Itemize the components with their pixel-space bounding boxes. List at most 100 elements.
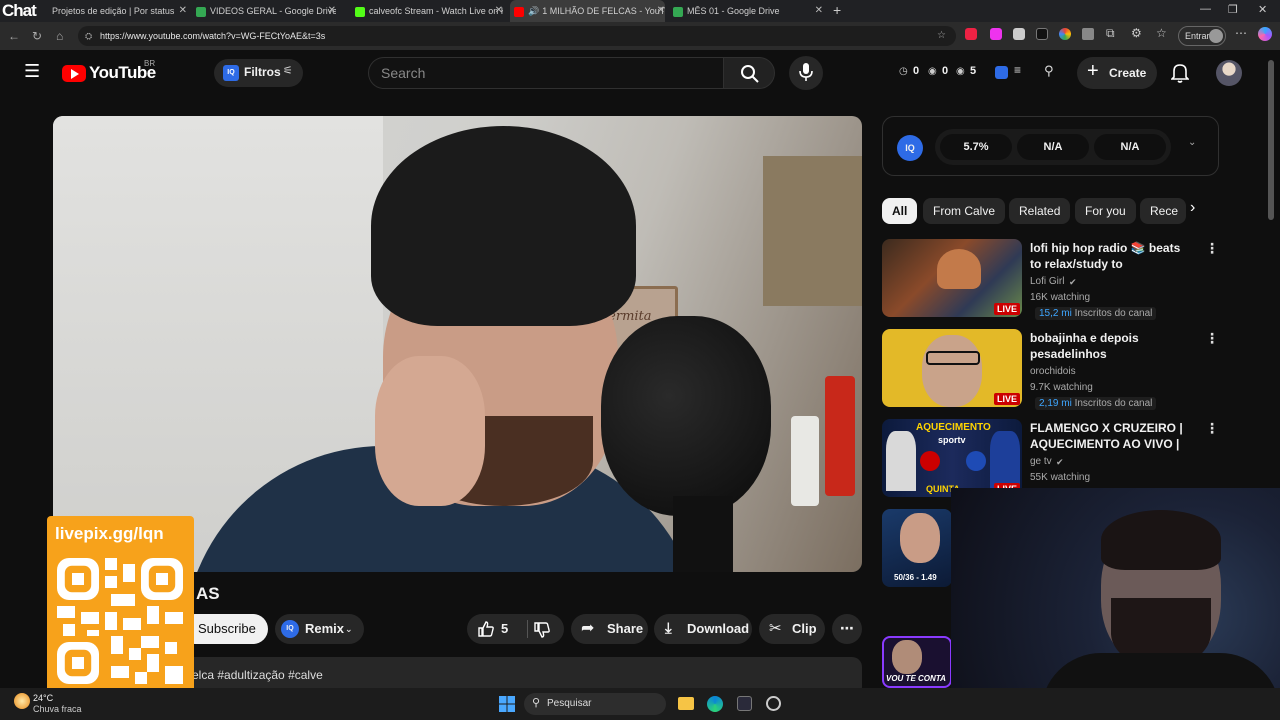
microphone-prop bbox=[601, 316, 771, 516]
avatar[interactable] bbox=[1216, 60, 1242, 86]
extension-tool-icon[interactable]: ⚲ bbox=[1044, 63, 1054, 79]
more-actions-button[interactable]: ⋯ bbox=[832, 614, 862, 644]
favorite-star-icon[interactable]: ☆ bbox=[937, 26, 946, 46]
browser-tab[interactable]: MÊS 01 - Google Drive ✕ bbox=[673, 0, 823, 22]
notifications-bell-icon[interactable] bbox=[1171, 63, 1189, 83]
menu-icon[interactable]: ☰ bbox=[24, 61, 40, 82]
weather-icon[interactable] bbox=[14, 693, 30, 709]
browser-tab[interactable]: calveofc Stream - Watch Live on K ✕ bbox=[355, 0, 503, 22]
extension-icon[interactable] bbox=[1059, 28, 1071, 40]
restore-icon[interactable]: ❐ bbox=[1228, 3, 1238, 16]
extension-icon[interactable] bbox=[990, 28, 1002, 40]
chip-for-you[interactable]: For you bbox=[1075, 198, 1136, 224]
minimize-icon[interactable]: — bbox=[1200, 3, 1211, 15]
remix-button[interactable]: IQ Remix ⌄ bbox=[275, 614, 364, 644]
extensions-puzzle-icon[interactable]: ⧉ bbox=[1106, 26, 1115, 41]
extension-icon[interactable] bbox=[1036, 28, 1048, 40]
search-input[interactable]: Search bbox=[368, 57, 724, 89]
chip-from-calve[interactable]: From Calve bbox=[923, 198, 1006, 224]
windows-start-icon[interactable] bbox=[499, 696, 515, 712]
chip-all[interactable]: All bbox=[882, 198, 918, 224]
close-icon[interactable]: ✕ bbox=[657, 0, 665, 22]
browser-tab[interactable]: Projetos de edição | Por status ✕ bbox=[52, 0, 187, 22]
video-thumbnail[interactable]: VOU TE CONTA bbox=[882, 636, 952, 688]
close-icon[interactable]: ✕ bbox=[328, 0, 336, 22]
thumbnail-caption: AQUECIMENTO bbox=[916, 422, 991, 433]
taskbar-search[interactable]: ⚲ Pesquisar bbox=[524, 693, 666, 715]
search-button[interactable] bbox=[723, 57, 775, 89]
stat-value: 0 bbox=[942, 65, 949, 77]
profile-button[interactable]: Entrar bbox=[1178, 26, 1226, 46]
video-thumbnail[interactable]: 50/36 - 1.49 bbox=[882, 509, 952, 587]
obs-icon[interactable] bbox=[766, 696, 781, 711]
close-window-icon[interactable]: ✕ bbox=[1258, 3, 1267, 16]
chip-related[interactable]: Related bbox=[1009, 198, 1071, 224]
more-menu-icon[interactable]: ⋯ bbox=[1235, 26, 1247, 40]
eye-icon: ◉ bbox=[956, 66, 965, 77]
extension-icon[interactable] bbox=[1013, 28, 1025, 40]
reload-icon[interactable]: ↻ bbox=[32, 29, 42, 43]
close-icon[interactable]: ✕ bbox=[815, 0, 823, 22]
more-vertical-icon[interactable]: ⋮ bbox=[1205, 330, 1219, 347]
chip-label: From Calve bbox=[933, 204, 996, 218]
video-thumbnail[interactable]: LIVE bbox=[882, 329, 1022, 407]
viewer-count: 9.7K watching bbox=[1030, 382, 1093, 393]
close-icon[interactable]: ✕ bbox=[179, 0, 187, 22]
more-vertical-icon[interactable]: ⋮ bbox=[1205, 240, 1219, 257]
chip-recent[interactable]: Rece bbox=[1140, 198, 1186, 224]
voice-search-button[interactable] bbox=[789, 56, 823, 90]
more-vertical-icon[interactable]: ⋮ bbox=[1205, 420, 1219, 437]
filters-button[interactable]: IQ Filtros ⚟ bbox=[214, 59, 303, 87]
share-arrow-icon: ➦ bbox=[581, 620, 595, 637]
clip-button[interactable]: ✂ Clip bbox=[759, 614, 825, 644]
browser-tab-strip: Chat Projetos de edição | Por status ✕ VI… bbox=[0, 0, 1280, 22]
recommendation-title[interactable]: bobajinha e depois pesadelinhos bbox=[1030, 330, 1190, 362]
channel-name[interactable]: orochidois bbox=[1030, 366, 1076, 377]
new-tab-icon[interactable]: + bbox=[833, 2, 841, 18]
more-horizontal-icon: ⋯ bbox=[840, 620, 854, 636]
browser-tab-active[interactable]: 🔊 1 MILHÃO DE FELCAS - YouT ✕ bbox=[510, 0, 665, 22]
back-icon[interactable]: ← bbox=[8, 29, 20, 43]
channel-name[interactable]: ge tv bbox=[1030, 456, 1052, 467]
iq-icon: IQ bbox=[281, 620, 299, 638]
channel-name[interactable]: Lofi Girl bbox=[1030, 276, 1064, 287]
youtube-masthead: ☰ YouTube BR IQ Filtros ⚟ Search ◷ 0 ◉ 0… bbox=[0, 50, 1266, 96]
recommendation-title[interactable]: lofi hip hop radio 📚 beats to relax/stud… bbox=[1030, 240, 1190, 272]
chip-label: Rece bbox=[1150, 204, 1179, 218]
youtube-icon bbox=[514, 6, 524, 17]
speaker-icon[interactable]: 🔊 bbox=[528, 6, 539, 16]
subscriber-label: Inscritos do canal bbox=[1074, 398, 1153, 409]
list-icon[interactable]: ≡ bbox=[1014, 63, 1021, 77]
page-scrollbar[interactable] bbox=[1268, 60, 1274, 220]
close-icon[interactable]: ✕ bbox=[495, 0, 503, 22]
video-thumbnail[interactable]: LIVE bbox=[882, 239, 1022, 317]
download-button[interactable]: ⤓ Download bbox=[654, 614, 752, 644]
share-button[interactable]: ➦ Share bbox=[571, 614, 648, 644]
browser-tab[interactable]: VIDEOS GERAL - Google Drive ✕ bbox=[196, 0, 336, 22]
tab-actions-icon[interactable]: ⚙ bbox=[1131, 26, 1142, 40]
thumbnail-caption: 50/36 - 1.49 bbox=[894, 573, 937, 582]
video-title: AS bbox=[196, 584, 220, 603]
extension-icon[interactable] bbox=[1082, 28, 1094, 40]
create-button[interactable]: + Create bbox=[1077, 57, 1157, 89]
site-info-icon[interactable]: ⛭ bbox=[85, 26, 92, 46]
iq-icon[interactable] bbox=[995, 66, 1008, 79]
favorites-icon[interactable]: ☆ bbox=[1156, 26, 1167, 40]
app-icon[interactable] bbox=[737, 696, 752, 711]
home-icon[interactable]: ⌂ bbox=[56, 29, 63, 43]
chevron-down-icon[interactable]: ⌄ bbox=[1188, 137, 1196, 148]
thumbs-up-icon[interactable] bbox=[477, 620, 495, 638]
copilot-icon[interactable] bbox=[1258, 27, 1272, 41]
recommendation-title[interactable]: FLAMENGO X CRUZEIRO | AQUECIMENTO AO VIV… bbox=[1030, 420, 1190, 452]
chevron-down-icon: ⌄ bbox=[345, 624, 353, 634]
edge-browser-icon[interactable] bbox=[707, 696, 723, 712]
file-explorer-icon[interactable] bbox=[678, 697, 694, 710]
kick-icon bbox=[355, 6, 365, 17]
metric-value: N/A bbox=[1017, 134, 1089, 160]
extension-icon[interactable] bbox=[965, 28, 977, 40]
url-field[interactable]: ⛭ https://www.youtube.com/watch?v=WG-FEC… bbox=[78, 26, 956, 46]
video-thumbnail[interactable]: AQUECIMENTO sportv QUINTA LIVE bbox=[882, 419, 1022, 497]
chevron-right-icon[interactable]: › bbox=[1190, 199, 1195, 217]
thumbs-down-icon[interactable] bbox=[533, 621, 551, 639]
video-player[interactable]: Permita bbox=[53, 116, 862, 572]
